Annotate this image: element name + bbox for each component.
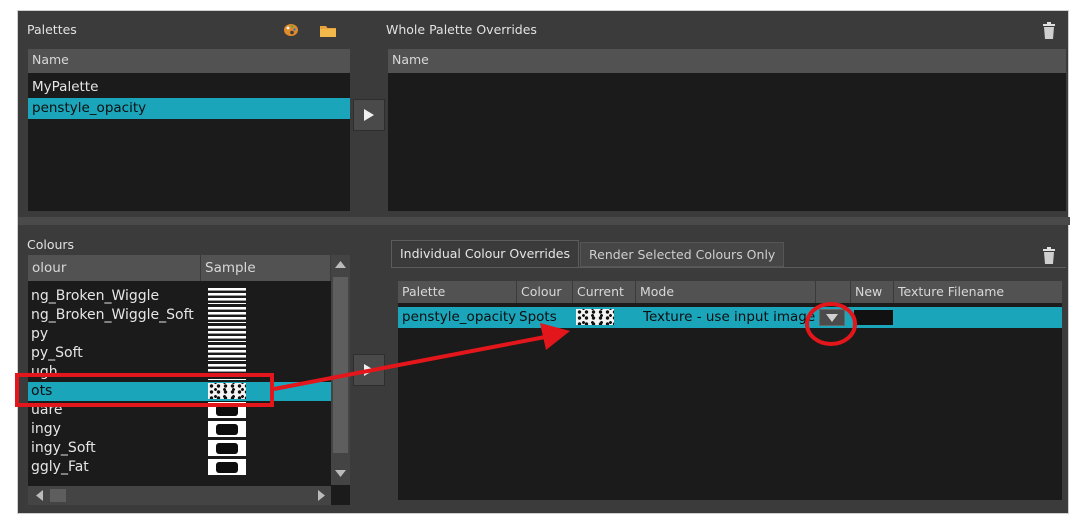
annotation-arrow-head — [540, 323, 570, 350]
annotation-arrow-line — [273, 335, 546, 391]
annotation-overlay — [15, 302, 857, 407]
annotation-highlight-box — [15, 373, 274, 407]
annotation-circle — [805, 302, 857, 346]
